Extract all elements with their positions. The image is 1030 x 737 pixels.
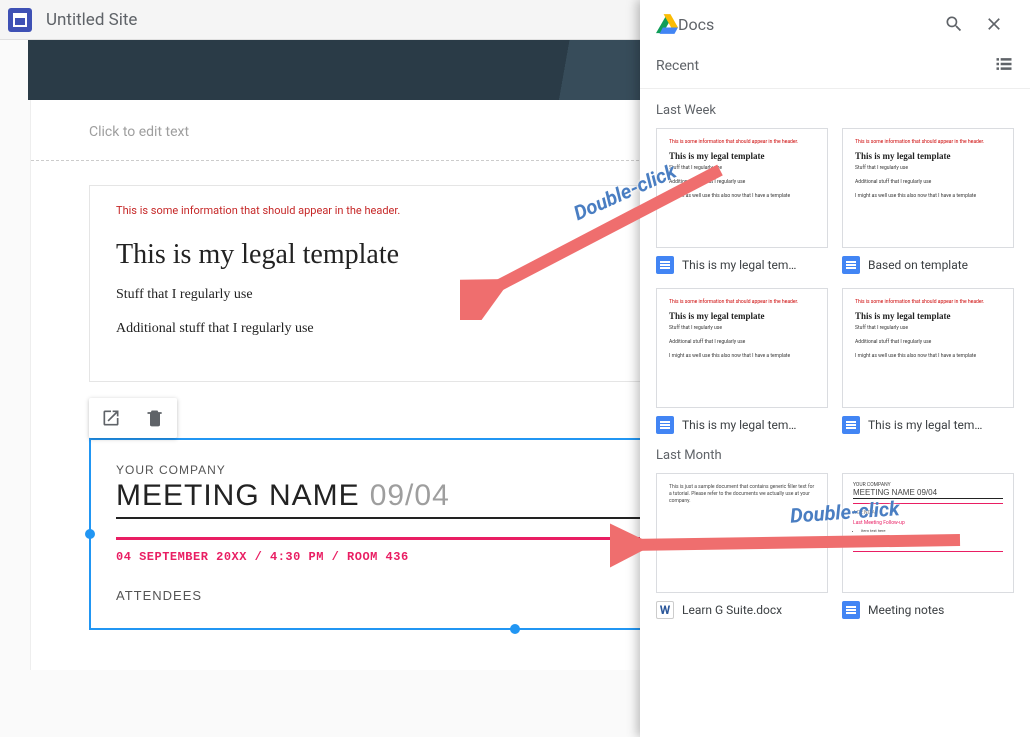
doc-thumbnail[interactable]: This is some information that should app…: [842, 288, 1014, 408]
docs-icon: [656, 416, 674, 434]
docs-picker-panel: Docs Recent Last Week This is some infor…: [640, 0, 1030, 737]
panel-search-button[interactable]: [934, 4, 974, 44]
delete-button[interactable]: [133, 398, 177, 438]
panel-title: Docs: [678, 15, 934, 34]
site-title[interactable]: Untitled Site: [46, 10, 137, 30]
doc-thumbnail[interactable]: This is some information that should app…: [842, 128, 1014, 248]
doc-card-name: Meeting notes: [868, 603, 944, 617]
word-icon: W: [656, 601, 674, 619]
docs-icon: [842, 416, 860, 434]
drive-icon: [656, 14, 678, 34]
panel-close-button[interactable]: [974, 4, 1014, 44]
panel-subheader: Recent: [640, 48, 1030, 89]
recent-label[interactable]: Recent: [656, 58, 994, 74]
doc-card[interactable]: This is some information that should app…: [656, 128, 828, 274]
doc-thumbnail[interactable]: This is some information that should app…: [656, 128, 828, 248]
docs-icon: [842, 256, 860, 274]
doc-card[interactable]: This is some information that should app…: [656, 288, 828, 434]
panel-header: Docs: [640, 0, 1030, 48]
doc-card-name: Learn G Suite.docx: [682, 603, 782, 617]
panel-body[interactable]: Last Week This is some information that …: [640, 89, 1030, 737]
meeting-date: 09/04: [370, 479, 450, 513]
sites-logo-icon: [8, 8, 32, 32]
meeting-title: MEETING NAME: [116, 479, 360, 513]
section-last-month: Last Month: [656, 448, 1014, 463]
docs-icon: [842, 601, 860, 619]
open-external-button[interactable]: [89, 398, 133, 438]
section-last-week: Last Week: [656, 103, 1014, 118]
doc-card-name: This is my legal tem…: [868, 418, 982, 432]
doc-thumbnail[interactable]: YOUR COMPANY MEETING NAME 09/04 AGENDA L…: [842, 473, 1014, 593]
resize-handle-left[interactable]: [85, 529, 95, 539]
doc-card-name: This is my legal tem…: [682, 258, 796, 272]
doc-card[interactable]: This is some information that should app…: [842, 288, 1014, 434]
doc-card-name: This is my legal tem…: [682, 418, 796, 432]
doc-card[interactable]: This is some information that should app…: [842, 128, 1014, 274]
doc-card-name: Based on template: [868, 258, 968, 272]
doc-thumbnail[interactable]: This is just a sample document that cont…: [656, 473, 828, 593]
docs-icon: [656, 256, 674, 274]
resize-handle-bottom[interactable]: [510, 624, 520, 634]
doc-card[interactable]: This is just a sample document that cont…: [656, 473, 828, 619]
element-toolbar: [89, 398, 177, 438]
doc-card[interactable]: YOUR COMPANY MEETING NAME 09/04 AGENDA L…: [842, 473, 1014, 619]
doc-thumbnail[interactable]: This is some information that should app…: [656, 288, 828, 408]
list-view-button[interactable]: [994, 54, 1014, 78]
